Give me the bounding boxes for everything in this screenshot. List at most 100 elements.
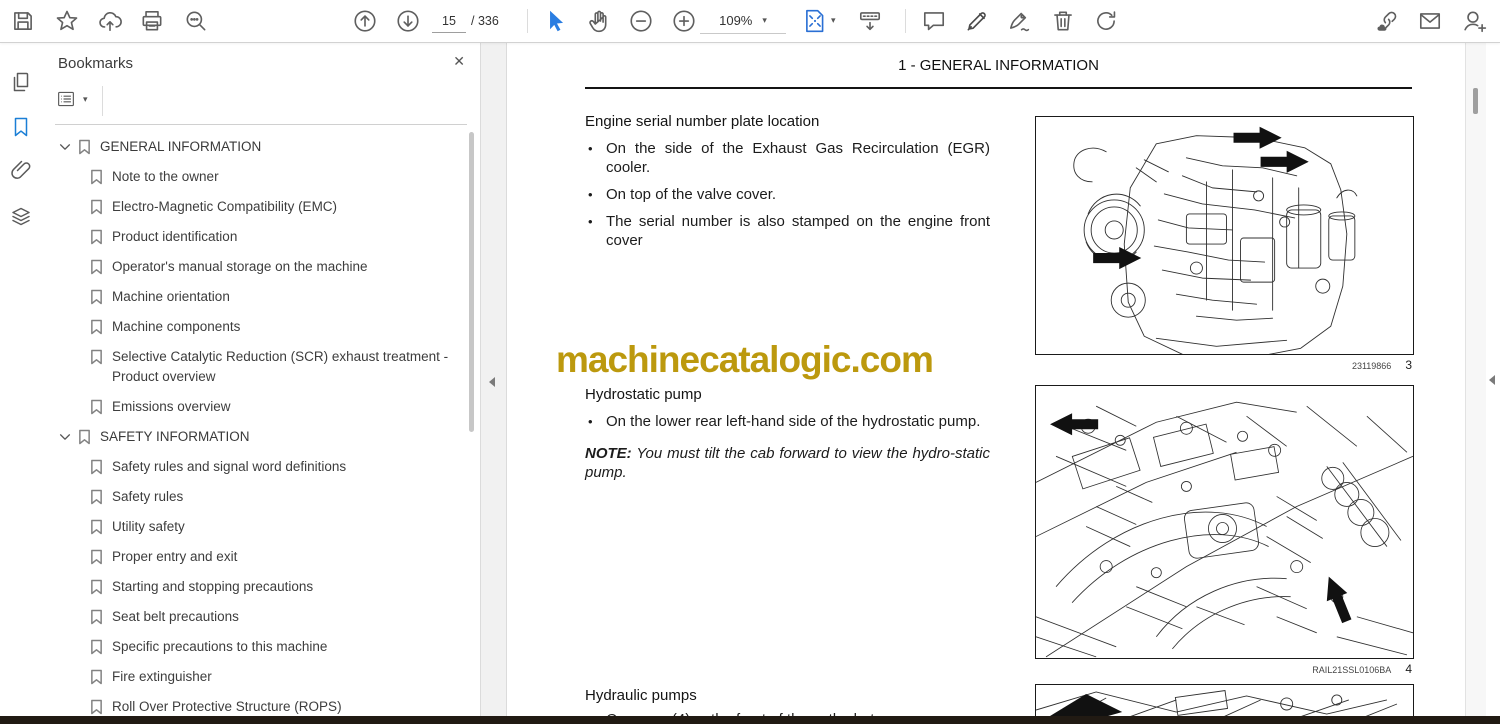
chevron-down-icon: ▾ [83,93,88,104]
bookmarks-scrollbar[interactable] [469,132,474,432]
bookmark-item[interactable]: Machine components [42,312,462,342]
bookmark-item-label: Safety rules and signal word definitions [112,459,347,474]
bookmark-icon [90,349,103,365]
bookmark-item[interactable]: Selective Catalytic Reduction (SCR) exha… [42,342,462,392]
bookmark-item-label: Electro-Magnetic Compatibility (EMC) [112,199,338,214]
section-heading: Engine serial number plate location [585,113,820,130]
bottom-window-bar [0,716,1500,724]
bookmark-icon [90,579,103,595]
figure-hydrostatic-pump [1035,385,1414,659]
bookmarks-panel: Bookmarks ✕ ▾ GENERAL INFORMATION Note t… [42,42,480,724]
bookmark-item-label: Safety rules [112,489,184,504]
document-scrollbar[interactable] [1465,42,1487,724]
expand-right-panel-icon[interactable] [1489,375,1495,385]
bookmark-section[interactable]: GENERAL INFORMATION [42,132,462,162]
bullet-item: • The serial number is also stamped on t… [585,212,990,250]
bookmark-children: Safety rules and signal word definitions… [42,452,462,722]
comment-icon[interactable] [921,8,947,34]
bookmark-icon [90,399,103,415]
figure-engine-illustration [1035,116,1414,355]
bookmark-item[interactable]: Specific precautions to this machine [42,632,462,662]
page-total-label: / 336 [471,14,499,28]
bullet-dot: • [588,414,593,429]
hand-tool-icon[interactable] [585,8,611,34]
chevron-down-icon[interactable] [58,140,72,154]
highlighter-icon[interactable] [964,8,990,34]
next-page-icon[interactable] [395,8,421,34]
bookmarks-panel-icon[interactable] [9,115,33,139]
main-toolbar: / 336 109% ▾ ▾ [0,0,1500,43]
close-icon[interactable]: ✕ [453,53,465,70]
section-heading: Hydraulic pumps [585,687,697,704]
collapse-panel-icon[interactable] [489,377,495,387]
bookmarks-options-button[interactable]: ▾ [56,90,88,108]
zoom-out-icon[interactable] [628,8,654,34]
search-icon[interactable] [183,8,209,34]
layers-icon[interactable] [9,205,33,229]
bookmark-item[interactable]: Safety rules [42,482,462,512]
bookmark-item[interactable]: Emissions overview [42,392,462,422]
page-thumbnails-icon[interactable] [9,70,33,94]
zoom-level-value: 109% [719,13,753,28]
bullet-text: The serial number is also stamped on the… [606,213,990,249]
bookmark-icon [90,609,103,625]
fill-sign-icon[interactable] [1007,8,1033,34]
chevron-down-icon[interactable]: ▾ [831,15,836,26]
document-page: 1 - GENERAL INFORMATION Engine serial nu… [505,42,1465,724]
star-icon[interactable] [54,8,80,34]
bookmark-section[interactable]: SAFETY INFORMATION [42,422,462,452]
select-tool-icon[interactable] [543,8,569,34]
zoom-in-icon[interactable] [671,8,697,34]
bookmark-item[interactable]: Proper entry and exit [42,542,462,572]
print-icon[interactable] [139,8,165,34]
bookmark-item-label: Emissions overview [112,399,231,414]
toolbar-divider [527,9,528,33]
bookmark-item[interactable]: Operator's manual storage on the machine [42,252,462,282]
bullet-dot: • [588,187,593,202]
delete-icon[interactable] [1050,8,1076,34]
bookmark-item-label: Operator's manual storage on the machine [112,259,368,274]
bookmark-icon [90,229,103,245]
bookmark-item[interactable]: Seat belt precautions [42,602,462,632]
toolbar-divider [905,9,906,33]
engine-line-drawing [1073,126,1358,354]
scrollbar-thumb[interactable] [1473,88,1478,114]
bookmark-item-label: Machine components [112,319,241,334]
figure-number: 3 [1405,358,1412,372]
save-icon[interactable] [10,8,36,34]
bookmark-item[interactable]: Note to the owner [42,162,462,192]
bookmark-icon [90,489,103,505]
bookmark-item[interactable]: Utility safety [42,512,462,542]
bookmark-item[interactable]: Electro-Magnetic Compatibility (EMC) [42,192,462,222]
bookmark-item[interactable]: Product identification [42,222,462,252]
panel-splitter[interactable] [480,42,507,724]
cloud-upload-icon[interactable] [97,8,123,34]
share-link-icon[interactable] [1374,8,1400,34]
bullet-list: • On the lower rear left-hand side of th… [585,412,990,431]
fit-page-icon[interactable] [802,8,828,34]
bookmark-icon [90,169,103,185]
bookmark-item[interactable]: Starting and stopping precautions [42,572,462,602]
bookmark-item-label: Utility safety [112,519,185,534]
add-user-icon[interactable] [1461,8,1487,34]
figure-ref: 23119866 [1351,361,1392,371]
zoom-level-dropdown[interactable]: 109% ▾ [700,8,786,34]
bookmark-item[interactable]: Fire extinguisher [42,662,462,692]
email-icon[interactable] [1417,8,1443,34]
bookmark-item-label: Roll Over Protective Structure (ROPS) [112,699,342,714]
chevron-down-icon[interactable] [58,430,72,444]
section-engine-serial: Engine serial number plate location • On… [585,113,990,258]
page-number-input[interactable] [432,10,466,33]
bookmark-item[interactable]: Safety rules and signal word definitions [42,452,462,482]
figure-caption: RAIL21SSL0106BA 4 [1035,662,1412,676]
bookmark-item[interactable]: Machine orientation [42,282,462,312]
previous-page-icon[interactable] [352,8,378,34]
bookmark-icon [90,669,103,685]
attachments-icon[interactable] [9,159,33,183]
bookmark-icon [90,639,103,655]
page-display-icon[interactable] [857,8,883,34]
bookmark-section-group: SAFETY INFORMATION Safety rules and sign… [42,422,462,722]
bookmark-item-label: Proper entry and exit [112,549,238,564]
rotate-icon[interactable] [1093,8,1119,34]
bullet-text: On top of the valve cover. [606,186,777,203]
